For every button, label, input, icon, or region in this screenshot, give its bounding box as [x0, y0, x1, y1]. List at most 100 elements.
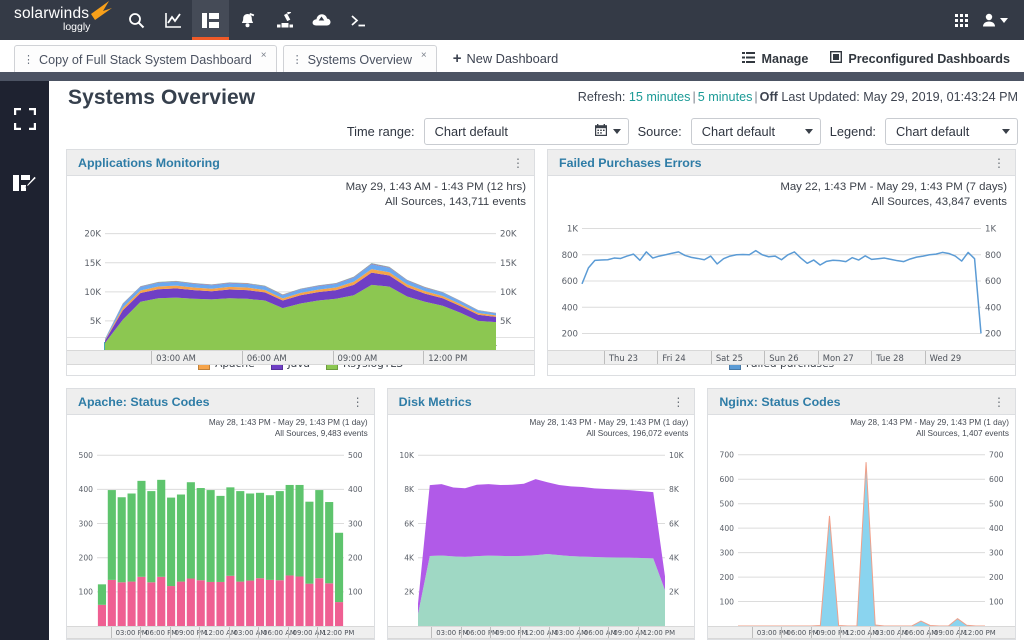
- x-tick-label: 03:00 AM: [549, 627, 579, 638]
- chart-plot-area[interactable]: 1001002002003003004004005005006006007007…: [708, 415, 1015, 639]
- panel-menu-icon[interactable]: ⋮: [350, 394, 365, 410]
- fullscreen-icon[interactable]: [0, 91, 49, 146]
- edit-dashboard-icon[interactable]: [0, 156, 49, 211]
- tab-label: Copy of Full Stack System Dashboard: [39, 53, 252, 67]
- svg-text:800: 800: [562, 251, 578, 261]
- plus-icon: +: [453, 51, 462, 66]
- x-tick-label: 06:00 PM: [461, 627, 491, 638]
- last-updated-label: Last Updated:: [781, 90, 859, 104]
- x-tick-label: 09:00 AM: [333, 351, 424, 364]
- chart-caption: May 28, 1:43 PM - May 29, 1:43 PM (1 day…: [209, 418, 368, 439]
- x-tick-label: 06:00 PM: [781, 627, 811, 638]
- x-tick-label: Thu 23: [604, 351, 657, 364]
- user-account-icon[interactable]: [982, 13, 1008, 27]
- svg-text:300: 300: [79, 519, 94, 528]
- svg-text:600: 600: [720, 475, 735, 484]
- svg-text:1K: 1K: [567, 225, 578, 235]
- svg-text:400: 400: [985, 303, 1001, 313]
- tab-systems-overview[interactable]: ⋮ Systems Overview ×: [283, 45, 437, 74]
- panel-header: Applications Monitoring ⋮: [67, 150, 534, 176]
- preconfigured-dashboards-button[interactable]: Preconfigured Dashboards: [830, 51, 1010, 66]
- chart-timerange: May 28, 1:43 PM - May 29, 1:43 PM (1 day…: [850, 418, 1009, 429]
- close-icon[interactable]: ×: [261, 50, 267, 61]
- svg-text:600: 600: [985, 277, 1001, 287]
- dashboard-controls: Time range: Chart default Source: Chart …: [347, 118, 1018, 145]
- x-tick-label: Sat 25: [711, 351, 764, 364]
- apps-grid-icon[interactable]: [955, 14, 968, 27]
- refresh-option-15-minutes[interactable]: 15 minutes: [629, 90, 691, 104]
- chart-timerange: May 29, 1:43 AM - 1:43 PM (12 hrs): [346, 180, 526, 195]
- svg-text:200: 200: [348, 553, 363, 562]
- x-tick-label: 09:00 PM: [170, 627, 200, 638]
- legend-select[interactable]: Chart default: [885, 118, 1018, 145]
- brand-logo[interactable]: solarwinds loggly: [0, 0, 118, 40]
- panel-body[interactable]: May 22, 1:43 PM - May 29, 1:43 PM (7 day…: [548, 176, 1015, 353]
- panel-body[interactable]: May 28, 1:43 PM - May 29, 1:43 PM (1 day…: [708, 415, 1015, 639]
- svg-text:300: 300: [348, 519, 363, 528]
- panel-body[interactable]: May 28, 1:43 PM - May 29, 1:43 PM (1 day…: [388, 415, 695, 639]
- panel-apache-status-codes: Apache: Status Codes ⋮ May 28, 1:43 PM -…: [66, 388, 375, 640]
- search-icon[interactable]: [118, 0, 155, 40]
- panel-nginx-status-codes: Nginx: Status Codes ⋮ May 28, 1:43 PM - …: [707, 388, 1016, 640]
- svg-text:10K: 10K: [84, 288, 101, 298]
- alert-bell-icon[interactable]: [229, 0, 266, 40]
- chevron-down-icon: [1000, 18, 1008, 23]
- x-tick-label: 03:00 AM: [151, 351, 242, 364]
- calendar-icon: [595, 123, 607, 141]
- panel-menu-icon[interactable]: ⋮: [510, 155, 525, 171]
- panel-body[interactable]: May 29, 1:43 AM - 1:43 PM (12 hrs) All S…: [67, 176, 534, 337]
- tab-grip-icon[interactable]: ⋮: [292, 55, 302, 66]
- svg-text:200: 200: [720, 573, 735, 582]
- x-tick-label: 09:00 AM: [288, 627, 318, 638]
- manage-button[interactable]: Manage: [742, 52, 808, 66]
- chart-plot-area[interactable]: 2K2K4K4K6K6K8K8K10K10K03:00 PM06:00 PM09…: [388, 415, 695, 639]
- panel-applications-monitoring: Applications Monitoring ⋮ May 29, 1:43 A…: [66, 149, 535, 376]
- refresh-option-5-minutes[interactable]: 5 minutes: [698, 90, 753, 104]
- close-icon[interactable]: ×: [421, 50, 427, 61]
- svg-text:15K: 15K: [500, 259, 517, 269]
- chart-plot-area[interactable]: 10010020020030030040040050050003:00 PM06…: [67, 415, 374, 639]
- chart-icon[interactable]: [155, 0, 192, 40]
- panel-menu-icon[interactable]: ⋮: [991, 155, 1006, 171]
- tab-grip-icon[interactable]: ⋮: [23, 55, 33, 66]
- svg-text:500: 500: [348, 451, 363, 460]
- time-range-value: Chart default: [435, 124, 508, 139]
- chevron-down-icon: [805, 129, 813, 134]
- panel-row-top: Applications Monitoring ⋮ May 29, 1:43 A…: [49, 149, 1024, 376]
- x-tick-label: 09:00 AM: [608, 627, 638, 638]
- chart-eventcount: All Sources, 1,407 events: [850, 429, 1009, 440]
- svg-text:10K: 10K: [399, 451, 415, 460]
- chevron-down-icon: [613, 129, 621, 134]
- source-select[interactable]: Chart default: [691, 118, 821, 145]
- panel-header: Failed Purchases Errors ⋮: [548, 150, 1015, 176]
- terminal-icon[interactable]: [340, 0, 377, 40]
- svg-text:5K: 5K: [90, 317, 101, 327]
- svg-text:600: 600: [989, 475, 1004, 484]
- tabbar-actions: Manage Preconfigured Dashboards: [742, 44, 1024, 73]
- primary-nav-icons: [118, 0, 377, 40]
- x-tick-label: 03:00 AM: [229, 627, 259, 638]
- time-range-select[interactable]: Chart default: [424, 118, 629, 145]
- new-dashboard-button[interactable]: + New Dashboard: [443, 44, 569, 73]
- x-tick-label: Wed 29: [925, 351, 978, 364]
- panel-menu-icon[interactable]: ⋮: [670, 394, 685, 410]
- dashboard-icon[interactable]: [192, 0, 229, 40]
- svg-text:400: 400: [348, 485, 363, 494]
- chart-timerange: May 28, 1:43 PM - May 29, 1:43 PM (1 day…: [209, 418, 368, 429]
- svg-text:4K: 4K: [669, 553, 680, 562]
- panel-menu-icon[interactable]: ⋮: [991, 394, 1006, 410]
- last-updated-value: May 29, 2019, 01:43:24 PM: [863, 90, 1018, 104]
- tab-copy-of-full-stack-system-dashboard[interactable]: ⋮ Copy of Full Stack System Dashboard ×: [14, 45, 277, 74]
- chart-eventcount: All Sources, 143,711 events: [346, 195, 526, 210]
- panel-body[interactable]: May 28, 1:43 PM - May 29, 1:43 PM (1 day…: [67, 415, 374, 639]
- manage-label: Manage: [761, 52, 808, 66]
- svg-text:500: 500: [989, 499, 1004, 508]
- header-divider: [0, 72, 1024, 81]
- microscope-icon[interactable]: [266, 0, 303, 40]
- x-tick-label: 12:00 PM: [317, 627, 347, 638]
- cloud-upload-icon[interactable]: [303, 0, 340, 40]
- legend-label: Legend:: [830, 124, 876, 139]
- refresh-option-off[interactable]: Off: [760, 90, 778, 104]
- panel-header: Apache: Status Codes ⋮: [67, 389, 374, 415]
- svg-text:200: 200: [79, 553, 94, 562]
